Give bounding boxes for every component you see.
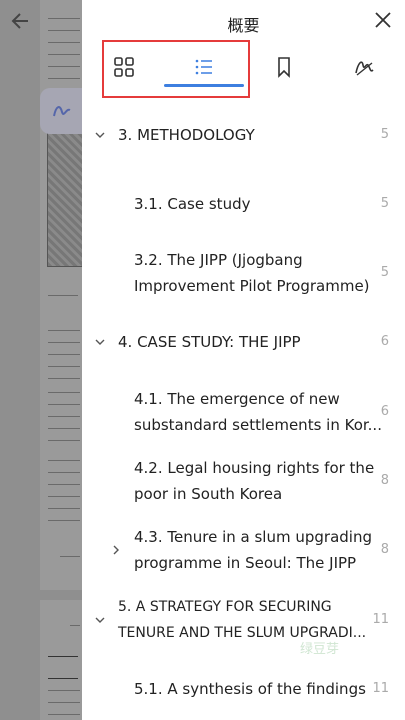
- outline-item-page: 5: [380, 196, 389, 211]
- document-figure: [47, 120, 87, 267]
- outline-item[interactable]: 5.1. A synthesis of the findings 11: [82, 676, 405, 702]
- bookmark-icon: [278, 57, 290, 78]
- outline-item-label-line1: 5. A STRATEGY FOR SECURING: [118, 599, 332, 615]
- signature-icon: [355, 61, 374, 76]
- outline-item-page: 6: [380, 334, 389, 349]
- outline-item-page: 11: [372, 612, 389, 627]
- outline-item-label: 4. CASE STUDY: THE JIPP: [118, 333, 301, 351]
- chevron-right-icon[interactable]: [110, 544, 122, 556]
- outline-item-page: 5: [380, 265, 389, 280]
- outline-item-label-line2: programme in Seoul: The JIPP: [134, 554, 357, 572]
- outline-item-page: 11: [372, 681, 389, 696]
- outline-item-page: 8: [380, 542, 389, 557]
- outline-item-label-line1: 4.1. The emergence of new: [134, 390, 340, 408]
- outline-item-page: 8: [380, 473, 389, 488]
- outline-item-label-line2: Improvement Pilot Programme): [134, 277, 370, 295]
- outline-item-page: 5: [380, 127, 389, 142]
- tab-outline[interactable]: [192, 55, 216, 79]
- outline-item[interactable]: 3.2. The JIPP (Jjogbang Improvement Pilo…: [82, 247, 405, 299]
- outline-item[interactable]: 4. CASE STUDY: THE JIPP 6: [82, 329, 405, 355]
- tab-annotations[interactable]: [352, 55, 376, 79]
- annotation-pen-bubble[interactable]: [40, 88, 84, 134]
- outline-panel: 概要 3. METHODOLOGY 5 3.1. Case study 5 3.…: [82, 0, 405, 720]
- back-arrow-icon[interactable]: [10, 10, 32, 38]
- outline-item[interactable]: 5. A STRATEGY FOR SECURING TENURE AND TH…: [82, 594, 405, 646]
- outline-item-page: 6: [380, 404, 389, 419]
- grid-icon: [114, 57, 134, 77]
- pen-icon: [53, 106, 71, 117]
- watermark: 绿豆芽: [300, 642, 340, 657]
- outline-item-label-line1: 4.2. Legal housing rights for the: [134, 459, 375, 477]
- close-icon[interactable]: [373, 10, 393, 30]
- tab-bookmarks[interactable]: [272, 55, 296, 79]
- outline-item[interactable]: 3.1. Case study 5: [82, 191, 405, 217]
- chevron-down-icon[interactable]: [94, 336, 106, 348]
- active-tab-indicator: [164, 84, 244, 87]
- chevron-down-icon[interactable]: [94, 129, 106, 141]
- panel-title: 概要: [227, 16, 260, 35]
- list-icon: [195, 59, 212, 75]
- outline-item[interactable]: 4.2. Legal housing rights for the poor i…: [82, 455, 405, 507]
- outline-item-label: 3. METHODOLOGY: [118, 126, 255, 144]
- outline-item-label-line2: poor in South Korea: [134, 485, 283, 503]
- outline-item-label-line2: substandard settlements in Kor...: [134, 416, 382, 434]
- outline-item[interactable]: 3. METHODOLOGY 5: [82, 122, 405, 148]
- outline-item-label-line1: 3.2. The JIPP (Jjogbang: [134, 251, 303, 269]
- outline-item-label: 3.1. Case study: [134, 195, 251, 213]
- outline-item-label: 5.1. A synthesis of the findings: [134, 680, 366, 698]
- chevron-down-icon[interactable]: [94, 614, 106, 626]
- outline-item-label-line1: 4.3. Tenure in a slum upgrading: [134, 528, 372, 546]
- outline-item[interactable]: 4.1. The emergence of new substandard se…: [82, 386, 405, 438]
- tab-thumbnails[interactable]: [112, 55, 136, 79]
- outline-item[interactable]: 4.3. Tenure in a slum upgrading programm…: [82, 524, 405, 576]
